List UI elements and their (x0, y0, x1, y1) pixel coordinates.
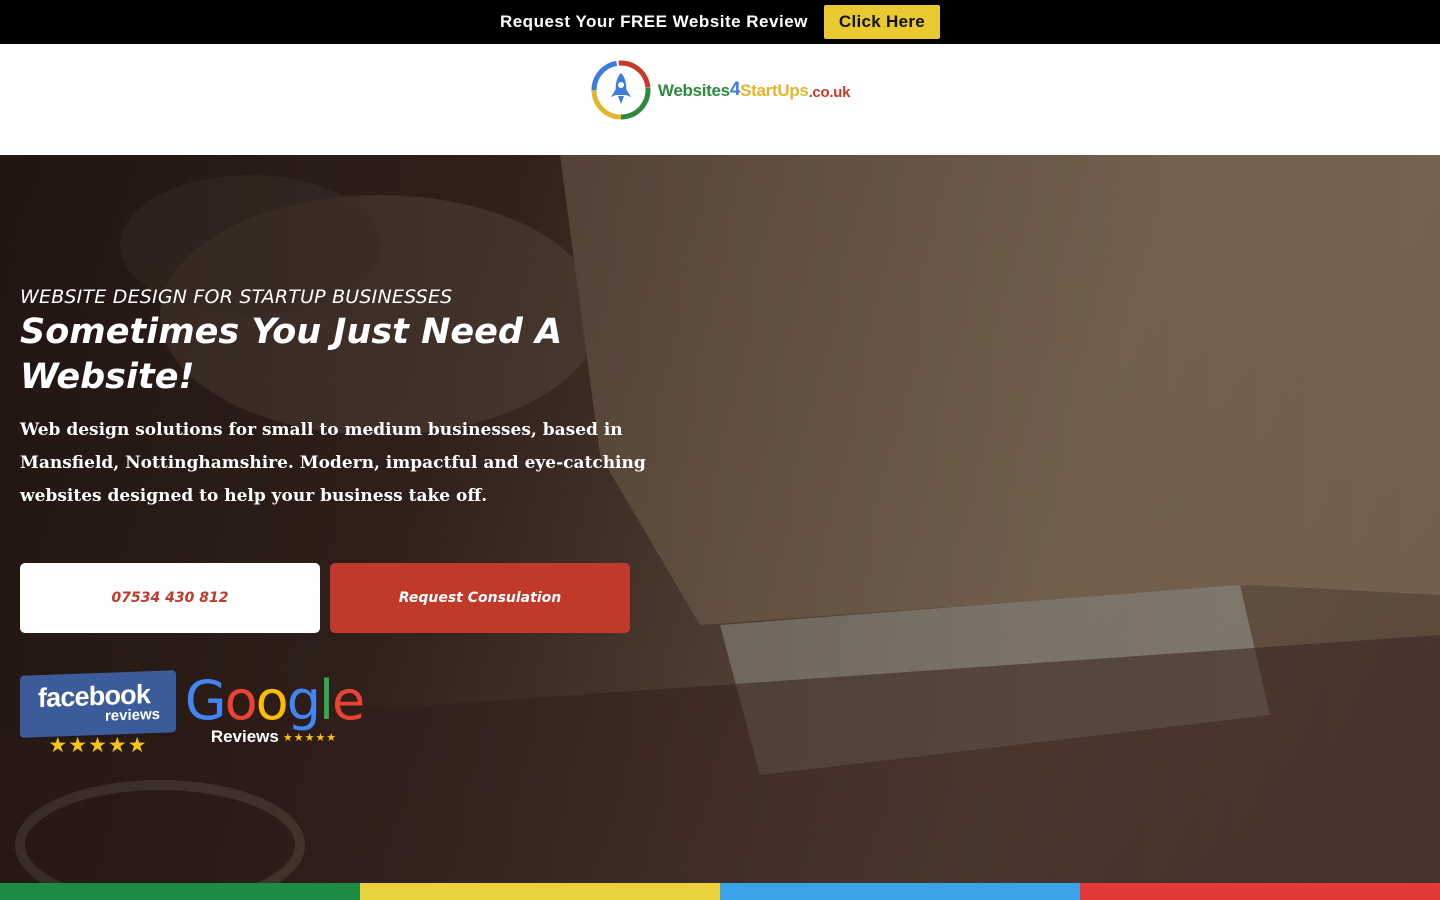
hero-section: WEBSITE DESIGN FOR STARTUP BUSINESSES So… (0, 155, 1440, 883)
free-review-button[interactable]: Click Here (823, 5, 941, 39)
strip-segment-red (1080, 883, 1440, 900)
facebook-badge-box: facebook reviews (20, 670, 176, 738)
logo-part-domain: .co.uk (808, 84, 851, 101)
google-reviews-line: Reviews ★★★★★ (211, 727, 337, 747)
hero-content: WEBSITE DESIGN FOR STARTUP BUSINESSES So… (20, 286, 700, 757)
logo-part-startups: StartUps (740, 81, 809, 100)
google-stars-icon: ★★★★★ (282, 731, 338, 744)
phone-button[interactable]: 07534 430 812 (20, 563, 320, 633)
logo-part-websites: Websites (657, 81, 730, 100)
google-letter: o (255, 669, 289, 732)
site-logo[interactable]: Websites 4 StartUps .co.uk (590, 59, 850, 121)
promo-text: Request Your FREE Website Review (499, 12, 808, 31)
hero-description: Web design solutions for small to medium… (20, 420, 646, 506)
google-letter: l (319, 669, 334, 732)
google-wordmark: Google (185, 673, 365, 729)
facebook-stars-icon: ★★★★★ (48, 734, 148, 757)
rocket-logo-icon (591, 60, 651, 120)
strip-segment-yellow (360, 883, 720, 900)
facebook-reviews-label: reviews (104, 705, 160, 725)
strip-segment-green (0, 883, 360, 900)
google-letter: e (332, 669, 365, 732)
request-consultation-button[interactable]: Request Consulation (330, 563, 630, 633)
google-reviews-label: Reviews (210, 727, 279, 746)
logo-part-4: 4 (729, 79, 741, 100)
google-letter: o (224, 669, 258, 732)
strip-segment-blue (720, 883, 1080, 900)
hero-cta-group: 07534 430 812 Request Consulation (20, 563, 700, 633)
logo-wordmark: Websites 4 StartUps .co.uk (657, 79, 851, 101)
promo-bar: Request Your FREE Website Review Click H… (0, 0, 1440, 44)
google-letter: G (184, 669, 227, 732)
brand-color-strip (0, 883, 1440, 900)
review-badges: facebook reviews ★★★★★ Google Reviews ★★… (20, 670, 700, 757)
google-reviews-badge[interactable]: Google Reviews ★★★★★ (185, 673, 365, 747)
facebook-reviews-badge[interactable]: facebook reviews ★★★★★ (20, 670, 176, 757)
google-letter: g (286, 669, 321, 732)
hero-eyebrow: WEBSITE DESIGN FOR STARTUP BUSINESSES (20, 286, 453, 308)
site-header: Websites 4 StartUps .co.uk (0, 44, 1440, 155)
hero-title: Sometimes You Just Need A Website! (20, 312, 563, 397)
